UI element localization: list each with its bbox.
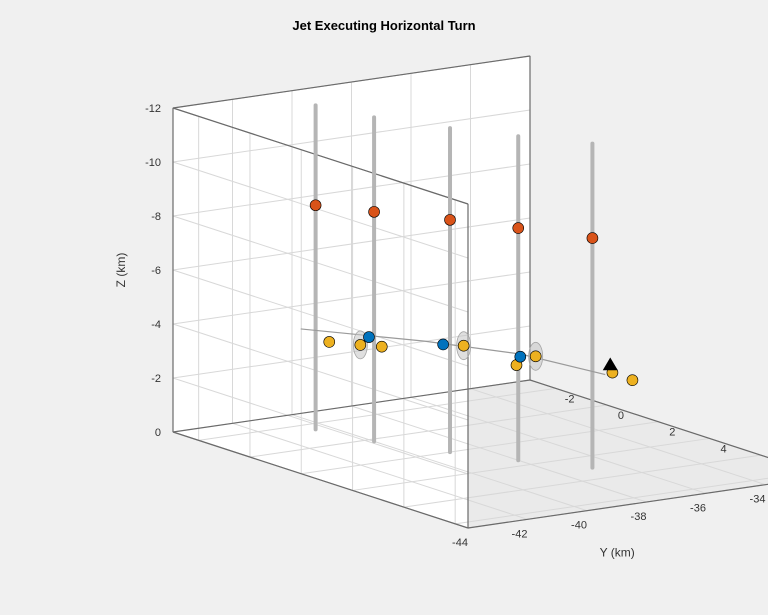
- svg-text:-44: -44: [452, 537, 468, 549]
- marker-circle: [530, 351, 541, 362]
- marker-circle: [513, 223, 524, 234]
- marker-circle: [515, 351, 526, 362]
- svg-text:Y (km): Y (km): [600, 545, 635, 559]
- svg-text:-2: -2: [151, 373, 161, 385]
- svg-text:Z (km): Z (km): [114, 253, 128, 288]
- marker-circle: [627, 375, 638, 386]
- svg-text:-4: -4: [151, 319, 161, 331]
- marker-triangle: [603, 358, 617, 370]
- svg-text:-36: -36: [690, 502, 706, 514]
- svg-text:-34: -34: [750, 494, 766, 506]
- svg-text:0: 0: [155, 427, 161, 439]
- svg-text:4: 4: [721, 443, 727, 455]
- marker-circle: [587, 233, 598, 244]
- svg-text:-38: -38: [631, 511, 647, 523]
- svg-text:-2: -2: [565, 393, 575, 405]
- marker-circle: [369, 206, 380, 217]
- svg-text:-12: -12: [145, 103, 161, 115]
- marker-circle: [376, 341, 387, 352]
- marker-circle: [363, 332, 374, 343]
- axes-3d[interactable]: -202468-44-42-40-38-36-34-320-2-4-6-8-10…: [0, 0, 768, 615]
- svg-text:2: 2: [669, 427, 675, 439]
- marker-circle: [438, 339, 449, 350]
- marker-circle: [310, 200, 321, 211]
- marker-circle: [445, 214, 456, 225]
- svg-text:-10: -10: [145, 157, 161, 169]
- svg-text:0: 0: [618, 410, 624, 422]
- marker-circle: [324, 336, 335, 347]
- svg-text:-8: -8: [151, 211, 161, 223]
- figure-window: Jet Executing Horizontal Turn -202468-44…: [0, 0, 768, 615]
- svg-text:-40: -40: [571, 520, 587, 532]
- svg-text:-42: -42: [512, 528, 528, 540]
- svg-text:-6: -6: [151, 265, 161, 277]
- marker-circle: [355, 339, 366, 350]
- marker-circle: [458, 340, 469, 351]
